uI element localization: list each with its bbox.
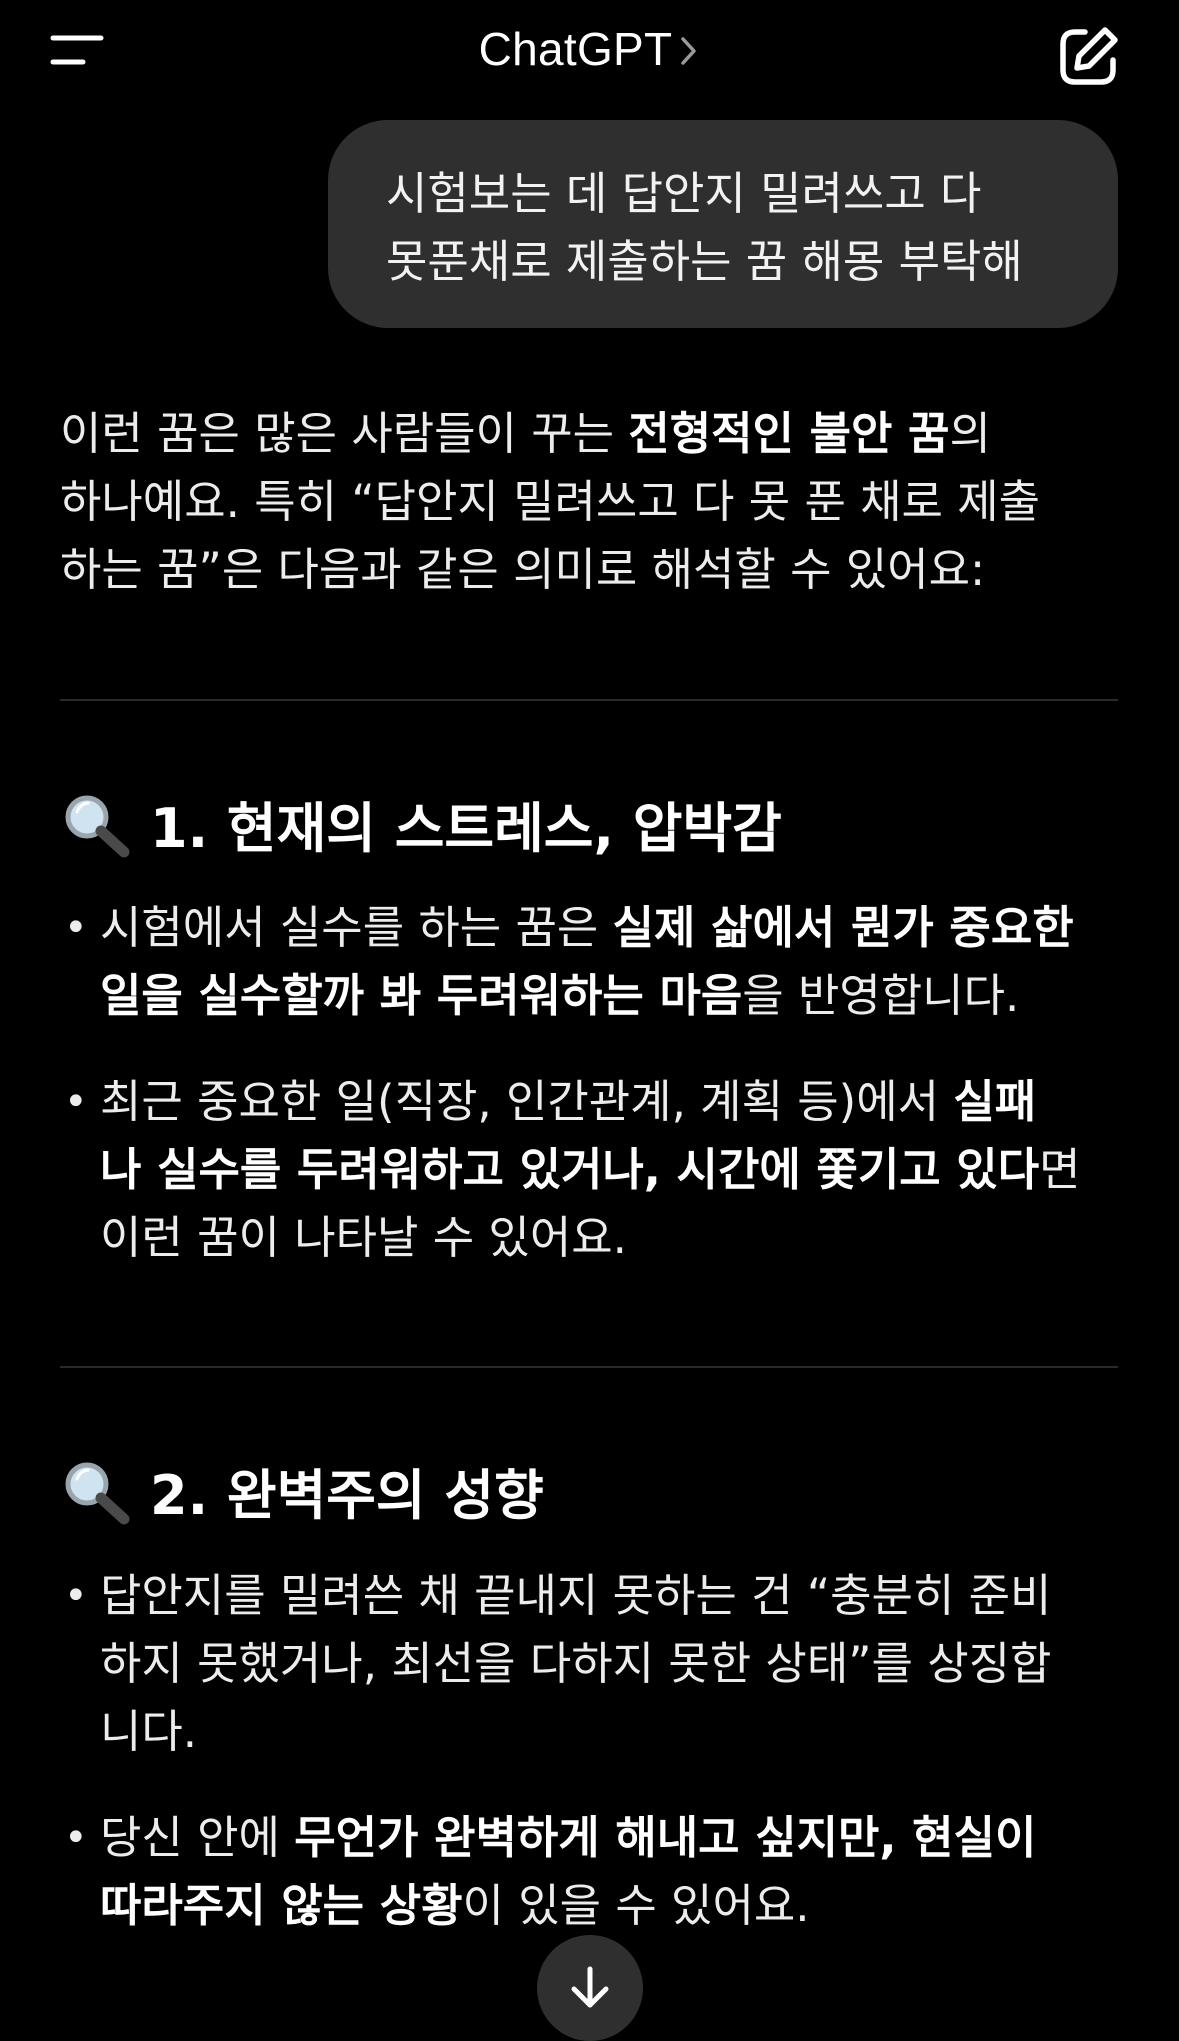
- text-line: 하지 못했거나, 최선을 다하지 못한 상태”를 상징합: [100, 1637, 1052, 1690]
- user-message-line: 못푼채로 제출하는 꿈 해몽 부탁해: [386, 235, 1023, 288]
- section-heading-text: 2. 완벽주의 성향: [150, 1464, 544, 1527]
- list-item: • 최근 중요한 일(직장, 인간관계, 계획 등)에서 실패 나 실수를 두려…: [60, 1068, 1120, 1272]
- text-line: 하나예요. 특히 “답안지 밀려쓰고 다 못 푼 채로 제출: [60, 475, 1041, 528]
- list-item: • 시험에서 실수를 하는 꿈은 실제 삶에서 뭔가 중요한 일을 실수할까 봐…: [60, 894, 1120, 1030]
- new-chat-edit-icon[interactable]: [1055, 22, 1123, 90]
- text-line: 이런 꿈이 나타날 수 있어요.: [100, 1211, 627, 1264]
- text-line: 하는 꿈”은 다음과 같은 의미로 해석할 수 있어요:: [60, 543, 986, 596]
- user-message-bubble: 시험보는 데 답안지 밀려쓰고 다 못푼채로 제출하는 꿈 해몽 부탁해: [328, 120, 1118, 328]
- arrow-down-icon: [571, 1966, 609, 2008]
- text-line: 따라주지 않는 상황이 있을 수 있어요.: [100, 1879, 810, 1932]
- text-line: 일을 실수할까 봐 두려워하는 마음을 반영합니다.: [100, 969, 1020, 1022]
- intro-paragraph: 이런 꿈은 많은 사람들이 꾸는 전형적인 불안 꿈의 하나예요. 특히 “답안…: [60, 400, 1120, 604]
- divider: [60, 1366, 1118, 1368]
- top-bar: ChatGPT: [0, 0, 1179, 110]
- section-heading: 2. 완벽주의 성향: [60, 1451, 544, 1530]
- section-heading: 1. 현재의 스트레스, 압박감: [60, 784, 782, 863]
- text-line: 니다.: [100, 1705, 198, 1758]
- scroll-to-bottom-button[interactable]: [537, 1935, 643, 2041]
- divider: [60, 699, 1118, 701]
- title-area: ChatGPT: [0, 22, 1179, 76]
- text-line: 나 실수를 두려워하고 있거나, 시간에 쫓기고 있다면: [100, 1143, 1081, 1196]
- text-line: 이런 꿈은 많은 사람들이 꾸는 전형적인 불안 꿈의: [60, 407, 991, 460]
- magnifying-glass-icon: [60, 790, 132, 858]
- text-line: 당신 안에 무언가 완벽하게 해내고 싶지만, 현실이: [100, 1811, 1037, 1864]
- assistant-response: 이런 꿈은 많은 사람들이 꾸는 전형적인 불안 꿈의 하나예요. 특히 “답안…: [60, 400, 1120, 604]
- section-heading-text: 1. 현재의 스트레스, 압박감: [150, 797, 782, 860]
- user-message-line: 시험보는 데 답안지 밀려쓰고 다: [386, 167, 982, 220]
- model-selector[interactable]: ChatGPT: [479, 22, 701, 76]
- app-title: ChatGPT: [478, 23, 673, 75]
- list-item: • 답안지를 밀려쓴 채 끝내지 못하는 건 “충분히 준비 하지 못했거나, …: [60, 1562, 1120, 1766]
- text-line: 답안지를 밀려쓴 채 끝내지 못하는 건 “충분히 준비: [100, 1569, 1052, 1622]
- text-line: 최근 중요한 일(직장, 인간관계, 계획 등)에서 실패: [100, 1075, 1037, 1128]
- text-line: 시험에서 실수를 하는 꿈은 실제 삶에서 뭔가 중요한: [100, 901, 1074, 954]
- list-item: • 당신 안에 무언가 완벽하게 해내고 싶지만, 현실이 따라주지 않는 상황…: [60, 1804, 1120, 1940]
- magnifying-glass-icon: [60, 1457, 132, 1525]
- chevron-right-icon: [678, 29, 700, 69]
